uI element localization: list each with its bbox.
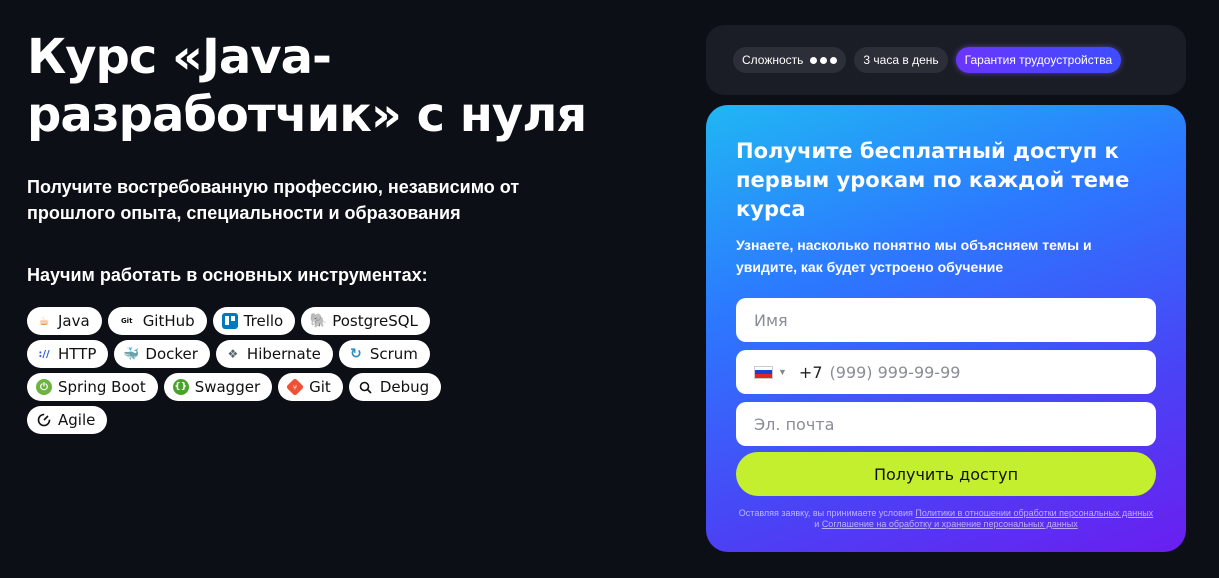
tool-postgresql[interactable]: 🐘 PostgreSQL: [301, 307, 430, 335]
email-input[interactable]: [754, 414, 1138, 434]
tool-http[interactable]: :// HTTP: [27, 340, 109, 368]
hours-tag: 3 часа в день: [854, 47, 948, 73]
tool-label: Docker: [145, 345, 198, 363]
tool-label: PostgreSQL: [332, 312, 418, 330]
scrum-icon: ↻: [349, 346, 362, 362]
tool-git[interactable]: ⑂ Git: [278, 373, 343, 401]
hero-subtitle: Получите востребованную профессию, незав…: [27, 177, 520, 223]
hero-section: Курс «Java-разработчик» с нуля Получите …: [27, 28, 647, 434]
tool-label: GitHub: [142, 312, 195, 330]
chevron-down-icon[interactable]: ▼: [778, 367, 787, 377]
tool-label: Trello: [243, 312, 284, 330]
complexity-tag: Сложность: [733, 47, 847, 73]
tool-label: Spring Boot: [58, 378, 146, 396]
tool-spring-boot[interactable]: ⏻ Spring Boot: [27, 373, 158, 401]
tool-java[interactable]: ☕ Java: [27, 307, 102, 335]
hibernate-icon: ❖: [227, 347, 239, 361]
tool-label: Swagger: [194, 378, 261, 396]
phone-input[interactable]: [829, 362, 1138, 382]
russia-flag-icon[interactable]: [754, 365, 773, 379]
tools-list: ☕ Java Git GitHub Trello 🐘 PostgreSQL :/…: [27, 307, 507, 434]
complexity-label: Сложность: [742, 53, 804, 67]
postgresql-icon: 🐘: [309, 313, 327, 329]
tool-debug[interactable]: Debug: [348, 373, 442, 401]
tool-scrum[interactable]: ↻ Scrum: [338, 340, 430, 368]
tool-label: Git: [309, 378, 331, 396]
tools-heading: Научим работать в основных инструментах:: [27, 265, 428, 285]
complexity-dots: [810, 56, 838, 64]
form-subtitle: Узнаете, насколько понятно мы объясняем …: [736, 237, 1092, 275]
phone-field-wrap: ▼ +7: [736, 350, 1156, 394]
tool-docker[interactable]: 🐳 Docker: [114, 340, 210, 368]
get-access-button[interactable]: Получить доступ: [736, 452, 1156, 496]
privacy-policy-link[interactable]: Политики в отношении обработки персональ…: [915, 508, 1153, 518]
phone-prefix: +7: [798, 362, 823, 382]
docker-icon: 🐳: [123, 346, 140, 362]
legal-text: Оставляя заявку, вы принимаете условия П…: [736, 508, 1156, 530]
name-field-wrap: [736, 298, 1156, 342]
agile-icon: [36, 412, 52, 428]
github-icon: Git: [120, 317, 133, 325]
form-title: Получите бесплатный доступ к первым урок…: [736, 139, 1130, 221]
page-title: Курс «Java-разработчик» с нуля: [27, 29, 587, 143]
git-icon: ⑂: [286, 377, 305, 397]
swagger-icon: {}: [172, 379, 189, 395]
data-agreement-link[interactable]: Соглашение на обработку и хранение персо…: [822, 519, 1078, 529]
tool-label: HTTP: [58, 345, 97, 363]
http-icon: ://: [38, 348, 50, 360]
java-icon: ☕: [38, 314, 50, 328]
tool-agile[interactable]: Agile: [27, 406, 108, 434]
tool-github[interactable]: Git GitHub: [107, 307, 207, 335]
tool-hibernate[interactable]: ❖ Hibernate: [215, 340, 333, 368]
trello-icon: [221, 313, 238, 329]
name-input[interactable]: [754, 310, 1138, 330]
tool-label: Debug: [379, 378, 430, 396]
tool-label: Java: [58, 312, 90, 330]
tool-label: Scrum: [369, 345, 418, 363]
form-fields: ▼ +7: [736, 298, 1156, 446]
tool-label: Hibernate: [246, 345, 321, 363]
lead-form-card: Получите бесплатный доступ к первым урок…: [706, 105, 1186, 552]
guarantee-tag[interactable]: Гарантия трудоустройства: [955, 47, 1122, 73]
spring-boot-icon: ⏻: [36, 379, 52, 395]
tool-swagger[interactable]: {} Swagger: [163, 373, 273, 401]
tool-label: Agile: [58, 411, 96, 429]
tool-trello[interactable]: Trello: [212, 307, 296, 335]
course-tags: Сложность 3 часа в день Гарантия трудоус…: [706, 25, 1186, 95]
legal-mid: и: [814, 519, 822, 529]
email-field-wrap: [736, 402, 1156, 446]
search-icon: [358, 379, 374, 395]
legal-prefix: Оставляя заявку, вы принимаете условия: [738, 508, 916, 518]
